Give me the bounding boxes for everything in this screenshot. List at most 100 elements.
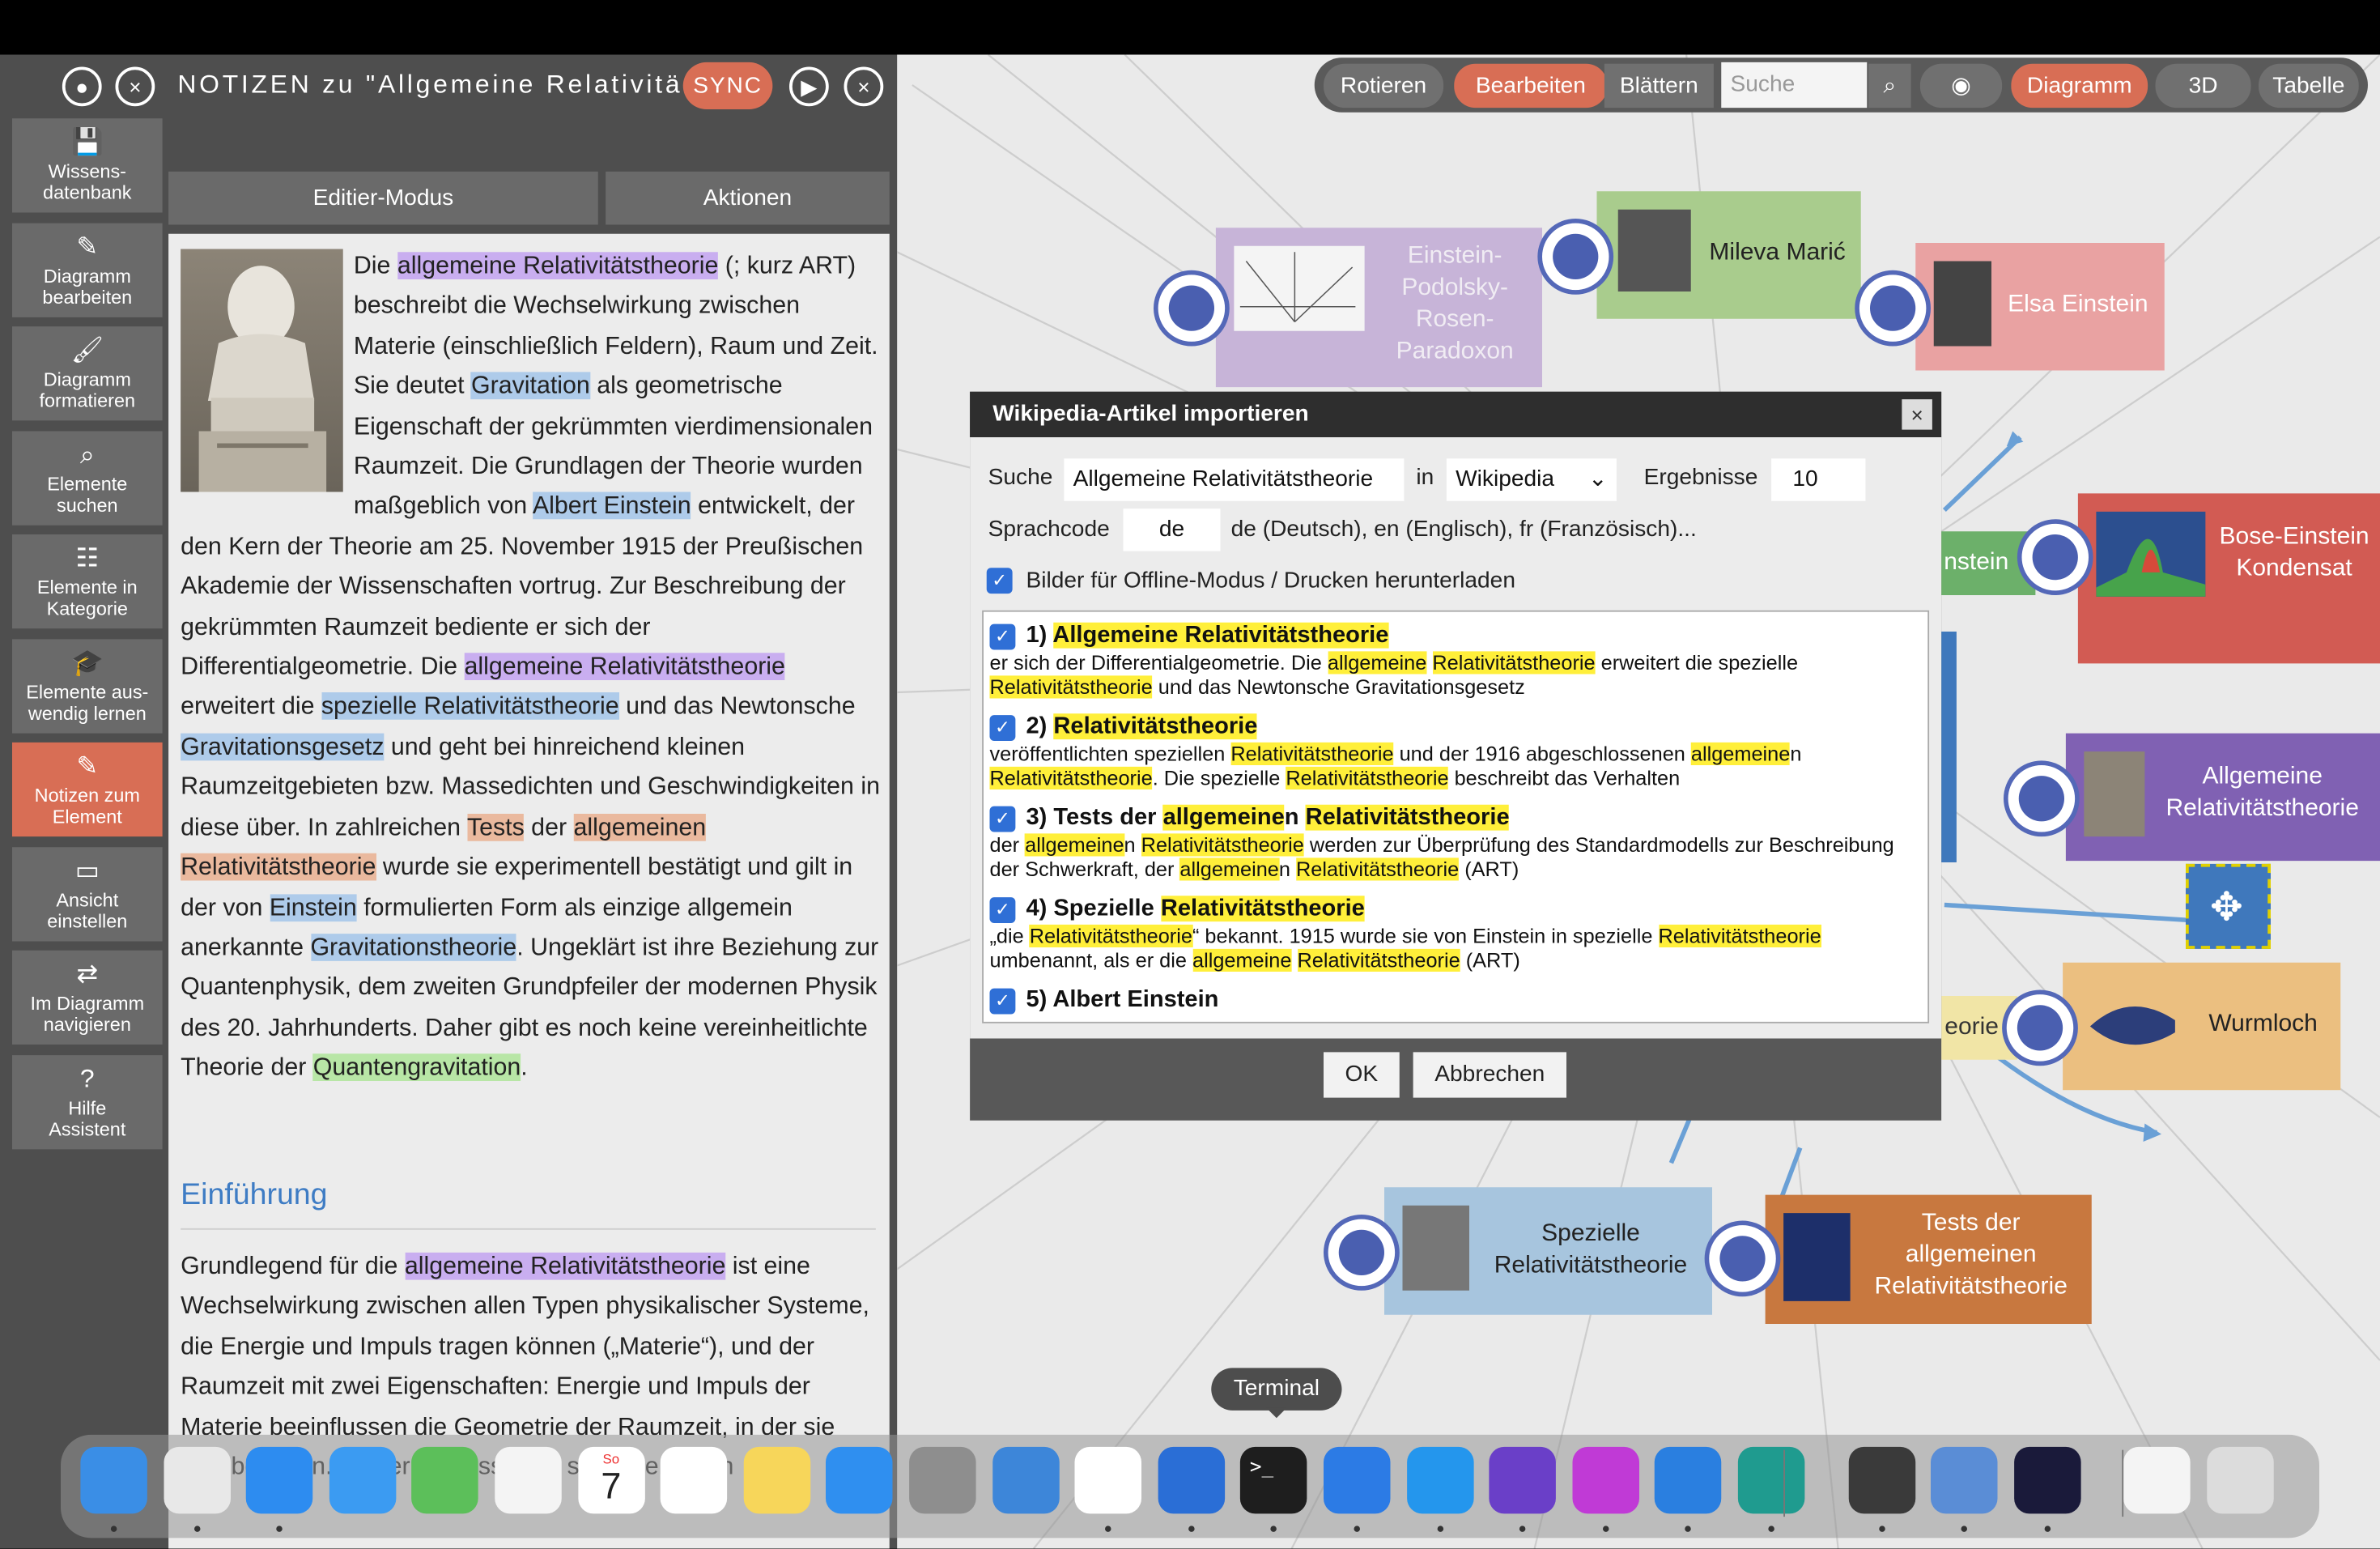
linked-term[interactable]: Gravitation (471, 372, 590, 400)
sidebar-item-save[interactable]: 💾 Wissens- datenbank (12, 118, 163, 213)
rotieren-button[interactable]: Rotieren (1324, 63, 1444, 109)
bearbeiten-button[interactable]: Bearbeiten (1454, 63, 1608, 109)
edge-icon[interactable] (1737, 1446, 1805, 1514)
result-item[interactable]: ✓ 1) Allgemeine Relativitätstheorie er sic… (989, 621, 1916, 700)
result-item[interactable]: ✓ 3) Tests der allgemeinen Relativitätsth… (989, 803, 1916, 883)
result-checkbox[interactable]: ✓ (989, 715, 1016, 741)
source-select[interactable]: Wikipedia ⌄ (1446, 458, 1617, 501)
accessibility-icon[interactable] (1847, 1446, 1915, 1514)
appstore-icon[interactable] (826, 1446, 894, 1514)
arc-icon[interactable] (2013, 1446, 2081, 1514)
ergebnisse-input[interactable]: 10 (1771, 458, 1866, 501)
target-icon[interactable]: ◉ (1919, 63, 2003, 109)
imovie-icon[interactable] (1489, 1446, 1557, 1514)
tab-aktionen[interactable]: Aktionen (606, 171, 890, 225)
linked-term[interactable]: allgemeine Relativitätstheorie (397, 252, 719, 279)
result-checkbox[interactable]: ✓ (989, 806, 1016, 832)
cancel-button[interactable]: Abbrechen (1413, 1052, 1566, 1098)
quicktime-icon[interactable] (1655, 1446, 1722, 1514)
reminders-icon[interactable] (660, 1446, 728, 1514)
linked-term[interactable]: spezielle Relativitätstheorie (321, 692, 619, 721)
sidebar-item-brush[interactable]: 🖌 Diagramm formatieren (12, 326, 163, 421)
sidebar-item-pencil[interactable]: ✎ Diagramm bearbeiten (12, 222, 163, 317)
www-icon[interactable] (2002, 989, 2078, 1066)
safari-icon[interactable] (246, 1446, 313, 1514)
search-icon[interactable]: ⌕ (1868, 63, 1911, 109)
launchpad-icon[interactable] (163, 1446, 231, 1514)
linked-term[interactable]: Einstein (269, 893, 357, 921)
linked-term[interactable]: Tests (466, 813, 525, 841)
sidebar-item-help[interactable]: ? Hilfe Assistent (12, 1054, 163, 1149)
mail-icon[interactable] (329, 1446, 396, 1514)
result-item[interactable]: ✓ 5) Albert Einstein (989, 985, 1916, 1016)
document-icon[interactable] (2123, 1446, 2191, 1514)
search-input[interactable]: Suche (1721, 62, 1868, 109)
photos-icon[interactable] (495, 1446, 562, 1514)
docker-icon[interactable] (1406, 1446, 1473, 1514)
www-icon[interactable] (2017, 519, 2093, 595)
close-icon[interactable]: × (115, 66, 155, 107)
settings-icon[interactable] (909, 1446, 976, 1514)
linked-term[interactable]: Quantengravitation (312, 1053, 521, 1082)
calendar-icon[interactable]: So 7 (577, 1446, 645, 1514)
suche-input[interactable]: Allgemeine Relativitätstheorie (1064, 458, 1405, 501)
sidebar-item-monitor[interactable]: ▭ Ansicht einstellen (12, 846, 163, 941)
node-epr[interactable]: Einstein- Podolsky- Rosen- Paradoxon (1215, 228, 1542, 388)
result-item[interactable]: ✓ 2) Relativitätstheorie veröffentlichten … (989, 712, 1916, 791)
weather-icon[interactable] (992, 1446, 1059, 1514)
results-list[interactable]: ✓ 1) Allgemeine Relativitätstheorie er sic… (982, 610, 1930, 1023)
ok-button[interactable]: OK (1324, 1052, 1400, 1098)
terminal-icon[interactable]: >_ (1240, 1446, 1308, 1514)
blaettern-button[interactable]: Blättern (1604, 63, 1714, 109)
www-icon[interactable] (1154, 270, 1230, 347)
close-notes-icon[interactable]: × (844, 66, 884, 107)
xcode-icon[interactable] (1158, 1446, 1225, 1514)
node-mileva[interactable]: Mileva Marić (1596, 191, 1861, 319)
linked-term[interactable]: Gravitationsgesetz (181, 733, 385, 761)
node-wurmloch[interactable]: Wurmloch (2063, 962, 2341, 1091)
node-elsa[interactable]: Elsa Einstein (1915, 243, 2165, 371)
shortcuts-icon[interactable] (1572, 1446, 1639, 1514)
diagramm-button[interactable]: Diagramm (2011, 63, 2148, 109)
www-icon[interactable] (1324, 1215, 1400, 1291)
vscode-icon[interactable] (1074, 1446, 1142, 1514)
linked-term[interactable]: allgemeine Relativitätstheorie (404, 1252, 726, 1280)
result-checkbox[interactable]: ✓ (989, 623, 1016, 650)
sync-button[interactable]: SYNC (682, 62, 773, 109)
node-bose-einstein[interactable]: Bose-Einstein Kondensat (2077, 493, 2380, 664)
www-icon[interactable] (1537, 219, 1614, 295)
sidebar-item-notes[interactable]: ✎ Notizen zum Element (12, 742, 163, 837)
close-icon[interactable]: × (1902, 399, 1932, 430)
3d-button[interactable]: 3D (2155, 63, 2251, 109)
result-item[interactable]: ✓ 4) Spezielle Relativitätstheorie „die Re… (989, 894, 1916, 973)
trash-icon[interactable] (2207, 1446, 2274, 1514)
move-handle-icon[interactable]: ✥ (2186, 863, 2271, 949)
maps-icon[interactable] (411, 1446, 479, 1514)
node-tests-der-art[interactable]: Tests der allgemeinen Relativitätstheori… (1765, 1194, 2092, 1324)
sidebar-item-label: Im Diagramm navigieren (30, 993, 145, 1036)
notes-icon[interactable] (743, 1446, 810, 1514)
linked-term[interactable]: Albert Einstein (532, 492, 691, 521)
disk-icon[interactable] (1931, 1446, 1998, 1514)
offline-checkbox[interactable]: ✓ (986, 568, 1013, 594)
sidebar-item-swap[interactable]: ⇄ Im Diagramm navigieren (12, 950, 163, 1045)
sprachcode-input[interactable]: de (1123, 509, 1221, 551)
snowflake-icon[interactable] (1324, 1446, 1391, 1514)
node-allgemeine-relativitaetstheorie[interactable]: Allgemeine Relativitätstheorie (2065, 733, 2380, 862)
www-icon[interactable] (2004, 760, 2080, 837)
finder-icon[interactable] (80, 1446, 147, 1514)
node-spezielle-relativitaetstheorie[interactable]: Spezielle Relativitätstheorie (1384, 1187, 1712, 1315)
record-icon[interactable]: ● (62, 66, 102, 107)
linked-term[interactable]: Gravitationstheorie (310, 933, 517, 961)
www-icon[interactable] (1704, 1220, 1781, 1297)
sidebar-item-graduation[interactable]: 🎓 Elemente aus- wendig lernen (12, 638, 163, 733)
sidebar-item-category[interactable]: ☷ Elemente in Kategorie (12, 534, 163, 629)
tabelle-button[interactable]: Tabelle (2259, 63, 2359, 109)
result-checkbox[interactable]: ✓ (989, 897, 1016, 923)
tab-editier-modus[interactable]: Editier-Modus (168, 171, 598, 225)
play-icon[interactable]: ▶ (789, 66, 829, 107)
sidebar-item-search[interactable]: ⌕ Elemente suchen (12, 430, 163, 525)
result-checkbox[interactable]: ✓ (989, 988, 1016, 1015)
linked-term[interactable]: allgemeine Relativitätstheorie (464, 653, 785, 681)
www-icon[interactable] (1855, 270, 1931, 347)
